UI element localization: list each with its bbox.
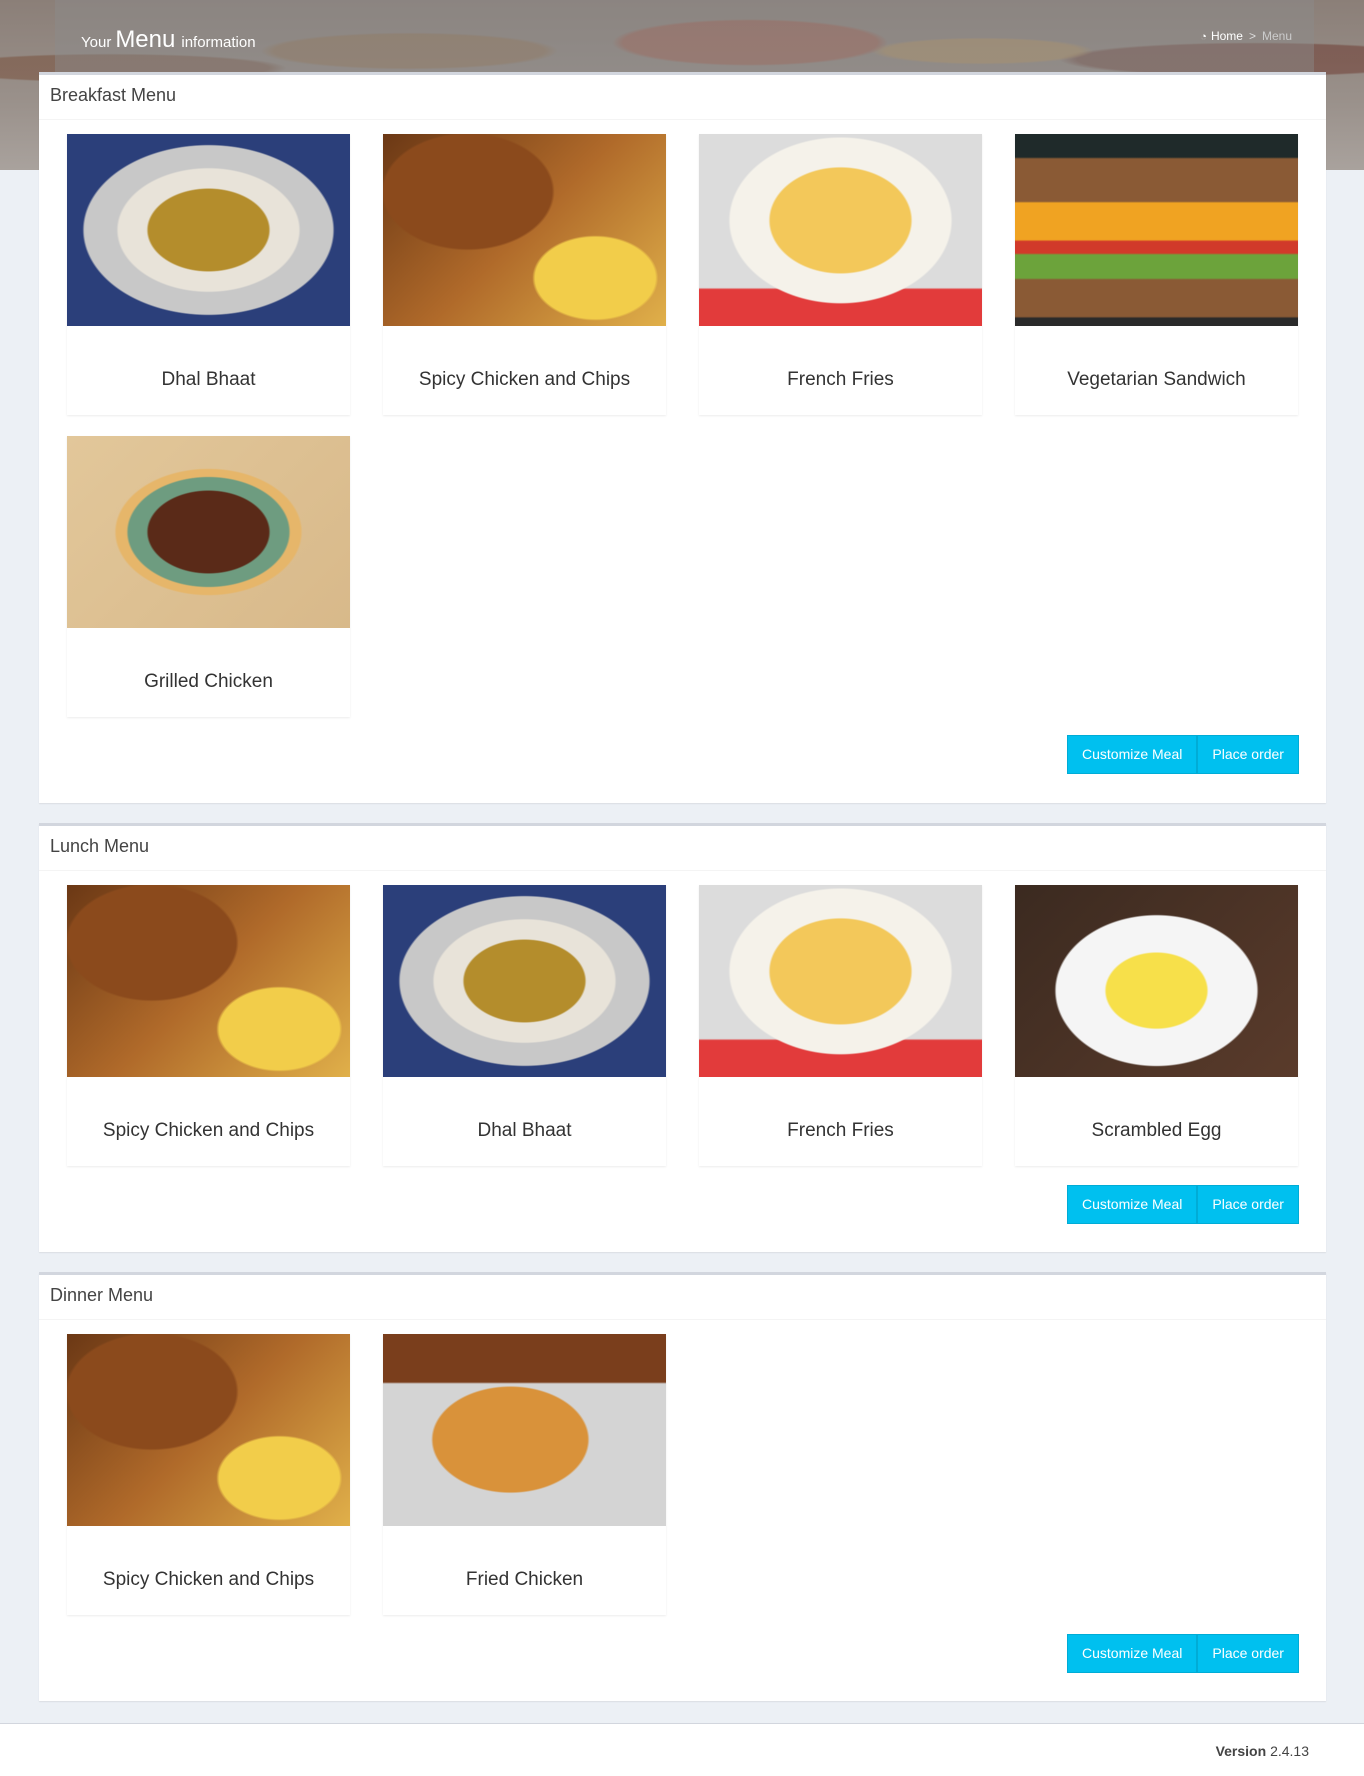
version-label: Version [1215, 1743, 1267, 1759]
menu-item-label: Spicy Chicken and Chips [418, 369, 631, 390]
menu-item-label: Vegetarian Sandwich [1067, 369, 1246, 390]
version-number: 2.4.13 [1270, 1743, 1309, 1759]
box-title: Breakfast Menu [39, 75, 1326, 120]
menu-item-card[interactable]: Spicy Chicken and Chips [67, 885, 350, 1166]
menu-item-card[interactable]: French Fries [699, 134, 982, 415]
dashboard-icon: ◔ [1200, 31, 1207, 43]
breadcrumb: ◔ Home > Menu [1200, 29, 1292, 43]
menu-item-label: Spicy Chicken and Chips [102, 1120, 315, 1141]
vegetarian-sandwich-photo [1015, 134, 1298, 326]
customize-meal-button[interactable]: Customize Meal [1067, 735, 1198, 774]
menu-item-card[interactable]: Grilled Chicken [67, 436, 350, 717]
version-info: Version 2.4.13 [1216, 1743, 1309, 1759]
scrambled-egg-photo [1015, 885, 1298, 1077]
lunch-menu-box: Lunch Menu Spicy Chicken and Chips Dhal … [39, 823, 1326, 1252]
fried-chicken-photo [383, 1334, 666, 1526]
menu-item-card[interactable]: Dhal Bhaat [67, 134, 350, 415]
menu-item-label: French Fries [787, 369, 894, 390]
meal-action-buttons: Customize Meal Place order [1067, 735, 1299, 774]
menu-item-card[interactable]: French Fries [699, 885, 982, 1166]
dhal-bhaat-photo [383, 885, 666, 1077]
place-order-button[interactable]: Place order [1197, 735, 1299, 774]
spicy-chicken-chips-photo [67, 1334, 350, 1526]
breadcrumb-home-link[interactable]: Home [1211, 29, 1243, 43]
menu-item-card[interactable]: Spicy Chicken and Chips [383, 134, 666, 415]
dhal-bhaat-photo [67, 134, 350, 326]
breadcrumb-separator: > [1248, 29, 1256, 43]
customize-meal-button[interactable]: Customize Meal [1067, 1185, 1198, 1224]
brand-suffix: information [181, 34, 256, 51]
brand-prefix: Your [81, 34, 112, 51]
menu-item-card[interactable]: Vegetarian Sandwich [1015, 134, 1298, 415]
breakfast-menu-box: Breakfast Menu Dhal Bhaat Spicy Chicken … [39, 72, 1326, 803]
place-order-button[interactable]: Place order [1197, 1185, 1299, 1224]
footer: Version 2.4.13 [0, 1723, 1364, 1776]
french-fries-photo [699, 134, 982, 326]
spicy-chicken-chips-photo [383, 134, 666, 326]
page-title: Your Menu information [81, 26, 256, 54]
french-fries-photo [699, 885, 982, 1077]
spicy-chicken-chips-photo [67, 885, 350, 1077]
menu-item-card[interactable]: Fried Chicken [383, 1334, 666, 1615]
menu-item-label: Grilled Chicken [144, 671, 273, 692]
menu-item-label: French Fries [787, 1120, 894, 1141]
box-title: Lunch Menu [39, 826, 1326, 871]
breadcrumb-current: Menu [1261, 29, 1292, 43]
meal-action-buttons: Customize Meal Place order [1067, 1634, 1299, 1673]
dinner-menu-box: Dinner Menu Spicy Chicken and Chips Frie… [39, 1272, 1326, 1701]
menu-item-label: Fried Chicken [465, 1569, 584, 1590]
menu-item-label: Dhal Bhaat [477, 1120, 572, 1141]
place-order-button[interactable]: Place order [1197, 1634, 1299, 1673]
menu-item-label: Spicy Chicken and Chips [102, 1569, 315, 1590]
menu-item-label: Scrambled Egg [1091, 1120, 1222, 1141]
customize-meal-button[interactable]: Customize Meal [1067, 1634, 1198, 1673]
menu-item-label: Dhal Bhaat [161, 369, 256, 390]
meal-action-buttons: Customize Meal Place order [1067, 1185, 1299, 1224]
menu-item-card[interactable]: Scrambled Egg [1015, 885, 1298, 1166]
menu-item-card[interactable]: Spicy Chicken and Chips [67, 1334, 350, 1615]
box-title: Dinner Menu [39, 1275, 1326, 1320]
grilled-chicken-photo [67, 436, 350, 628]
brand-main: Menu [115, 26, 176, 53]
menu-item-card[interactable]: Dhal Bhaat [383, 885, 666, 1166]
